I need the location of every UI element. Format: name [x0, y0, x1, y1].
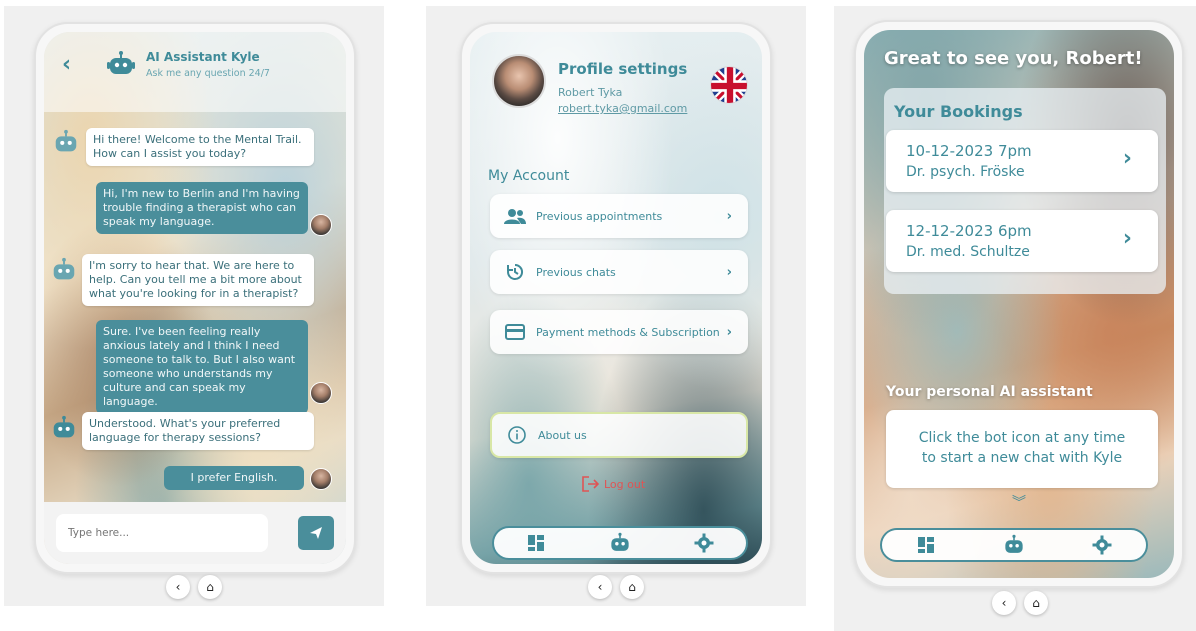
- profile-phone: Profile settings Robert Tyka robert.tyka…: [460, 22, 772, 574]
- booking-date: 10-12-2023 7pm: [906, 142, 1032, 160]
- bot-avatar-icon: [50, 414, 78, 442]
- chat-subtitle: Ask me any question 24/7: [146, 68, 270, 79]
- history-icon: [504, 263, 526, 281]
- profile-title: Profile settings: [558, 60, 688, 78]
- previous-appointments-button[interactable]: Previous appointments ›: [490, 194, 748, 238]
- user-message: Hi, I'm new to Berlin and I'm having tro…: [96, 182, 308, 234]
- home-phone: Great to see you, Robert! Your Bookings …: [854, 20, 1184, 588]
- chevron-double-down-icon[interactable]: ︾: [1012, 492, 1026, 512]
- back-icon[interactable]: ‹: [992, 591, 1016, 615]
- menu-label: Previous appointments: [536, 209, 663, 223]
- bottom-tab-bar: [880, 528, 1148, 562]
- message-input[interactable]: [56, 514, 268, 552]
- about-us-button[interactable]: About us: [490, 412, 748, 458]
- send-icon: [308, 525, 324, 541]
- chat-input-bar: [44, 502, 346, 564]
- menu-label: About us: [538, 428, 587, 442]
- ai-line-1: Click the bot icon at any time: [918, 430, 1126, 446]
- chat-phone: ‹ AI Assistant Kyle Ask me any question …: [34, 22, 356, 574]
- booking-card[interactable]: 12-12-2023 6pm Dr. med. Schultze ›: [886, 210, 1158, 272]
- chevron-right-icon: ›: [726, 264, 732, 280]
- greeting: Great to see you, Robert!: [884, 48, 1143, 69]
- back-icon[interactable]: ‹: [588, 575, 612, 599]
- my-account-heading: My Account: [488, 168, 570, 184]
- chat-panel: ‹ AI Assistant Kyle Ask me any question …: [4, 6, 384, 606]
- device-nav: ‹ ⌂: [164, 574, 224, 600]
- bot-icon[interactable]: [994, 530, 1034, 560]
- bot-message: Hi there! Welcome to the Mental Trail. H…: [86, 128, 314, 166]
- bot-avatar-icon: [52, 128, 80, 156]
- bot-message: Understood. What's your preferred langua…: [82, 412, 314, 450]
- ai-line-2: to start a new chat with Kyle: [921, 450, 1123, 466]
- profile-photo[interactable]: [492, 54, 546, 108]
- booking-card[interactable]: 10-12-2023 7pm Dr. psych. Fröske ›: [886, 130, 1158, 192]
- chevron-right-icon: ›: [1122, 146, 1132, 171]
- menu-label: Payment methods & Subscription: [536, 325, 720, 339]
- info-icon: [506, 426, 528, 444]
- home-icon[interactable]: ⌂: [620, 575, 644, 599]
- back-icon[interactable]: ‹: [166, 575, 190, 599]
- chat-title: AI Assistant Kyle: [146, 50, 260, 64]
- dashboard-icon[interactable]: [906, 530, 946, 560]
- user-avatar: [310, 382, 332, 404]
- user-message: I prefer English.: [164, 466, 304, 490]
- chat-screen: ‹ AI Assistant Kyle Ask me any question …: [44, 32, 346, 564]
- bot-icon[interactable]: [600, 528, 640, 558]
- user-avatar: [310, 468, 332, 490]
- logout-button[interactable]: Log out: [582, 476, 645, 492]
- uk-flag-icon[interactable]: [710, 66, 748, 104]
- dashboard-icon[interactable]: [516, 528, 556, 558]
- profile-panel: Profile settings Robert Tyka robert.tyka…: [426, 6, 806, 606]
- user-avatar: [310, 214, 332, 236]
- logout-icon: [582, 476, 600, 492]
- booking-doctor: Dr. med. Schultze: [906, 244, 1030, 260]
- logout-label: Log out: [604, 477, 646, 491]
- device-nav: ‹ ⌂: [586, 574, 646, 600]
- menu-label: Previous chats: [536, 265, 616, 279]
- send-button[interactable]: [298, 516, 334, 550]
- device-nav: ‹ ⌂: [990, 590, 1050, 616]
- users-icon: [504, 208, 526, 224]
- payment-methods-button[interactable]: Payment methods & Subscription ›: [490, 310, 748, 354]
- bottom-tab-bar: [492, 526, 748, 560]
- profile-name: Robert Tyka: [558, 86, 623, 99]
- booking-date: 12-12-2023 6pm: [906, 222, 1032, 240]
- bot-icon: [106, 50, 136, 78]
- chevron-right-icon: ›: [726, 324, 732, 340]
- profile-email[interactable]: robert.tyka@gmail.com: [558, 102, 687, 115]
- chat-header: ‹ AI Assistant Kyle Ask me any question …: [44, 32, 346, 112]
- booking-doctor: Dr. psych. Fröske: [906, 164, 1025, 180]
- home-icon[interactable]: ⌂: [1024, 591, 1048, 615]
- previous-chats-button[interactable]: Previous chats ›: [490, 250, 748, 294]
- profile-screen: Profile settings Robert Tyka robert.tyka…: [470, 32, 762, 564]
- credit-card-icon: [504, 324, 526, 340]
- chevron-left-icon[interactable]: ‹: [62, 52, 71, 77]
- user-message: Sure. I've been feeling really anxious l…: [96, 320, 308, 414]
- home-icon[interactable]: ⌂: [198, 575, 222, 599]
- gear-icon[interactable]: [684, 528, 724, 558]
- bookings-heading: Your Bookings: [894, 102, 1023, 121]
- ai-assistant-heading: Your personal AI assistant: [886, 384, 1093, 400]
- ai-assistant-card[interactable]: Click the bot icon at any time to start …: [886, 410, 1158, 488]
- home-screen: Great to see you, Robert! Your Bookings …: [864, 30, 1174, 578]
- bot-message: I'm sorry to hear that. We are here to h…: [82, 254, 314, 306]
- home-panel: Great to see you, Robert! Your Bookings …: [834, 6, 1196, 631]
- chevron-right-icon: ›: [726, 208, 732, 224]
- gear-icon[interactable]: [1082, 530, 1122, 560]
- bot-avatar-icon: [50, 256, 78, 284]
- chevron-right-icon: ›: [1122, 226, 1132, 251]
